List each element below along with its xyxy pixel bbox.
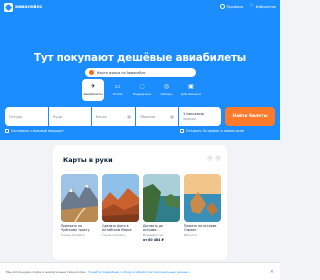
departure-date-placeholder: Когда	[96, 114, 107, 119]
origin-field[interactable]: Откуда	[5, 107, 48, 126]
open-hotels-label: Открыть Островок в новом окне	[186, 129, 245, 133]
card-meta: Иркутск	[184, 233, 197, 237]
tab-label: Авиабилеты	[83, 92, 103, 96]
card-item[interactable]: Сделать фото в Алтайском Марсе Горно-Алт…	[102, 174, 139, 242]
cookie-link[interactable]: Узнайте подробнее о сборе и обработке пе…	[88, 270, 189, 274]
favorites-link[interactable]: ♡ Избранное	[250, 4, 276, 9]
return-date-field[interactable]: Обратно ▦	[136, 107, 178, 126]
tab-label: Отели	[112, 92, 123, 96]
logo[interactable]: авиасейлс	[4, 3, 42, 12]
top-bar: авиасейлс Профиль ♡ Избранное	[0, 0, 280, 14]
favorites-label: Избранное	[255, 4, 276, 9]
calendar-icon: ▦	[127, 114, 131, 119]
calendar-icon: ▦	[170, 114, 174, 119]
logo-icon	[4, 3, 13, 12]
find-tickets-button[interactable]: Найти билеты	[225, 107, 275, 126]
briefcase-icon: ▣	[188, 83, 194, 90]
tab-reviews[interactable]: ◎ Обзоры	[156, 79, 178, 101]
tab-support[interactable]: ◌ Поддержка	[131, 79, 153, 101]
card-title: Проехать по Чуйскому тракту	[61, 224, 90, 232]
open-hotels-option[interactable]: Открыть Островок в новом окне	[180, 129, 244, 133]
promo-pill[interactable]: Карта жилья на Авиасейлс	[85, 68, 196, 77]
compass-icon: ◎	[163, 83, 170, 90]
card-meta: Горно-Алтайск	[102, 233, 126, 237]
cookie-banner: Мы используем cookie и аналогичные техно…	[0, 262, 280, 280]
section-title: Карты в руки	[63, 156, 113, 164]
logo-text: авиасейлс	[15, 5, 43, 10]
page-headline: Тут покупают дешёвые авиабилеты	[33, 52, 247, 64]
card-title: Доплыть до острова...	[143, 224, 163, 232]
card-item[interactable]: Проехать по Чуйскому тракту Горно-Алтайс…	[61, 174, 98, 242]
plane-icon: ✈	[90, 83, 96, 90]
search-form: Откуда Куда Когда ▦ Обратно ▦ 1 пассажир…	[5, 107, 221, 126]
cookie-text: Мы используем cookie и аналогичные техно…	[6, 269, 87, 274]
service-tabs: ✈ Авиабилеты ▭ Отели ◌ Поддержка ◎ Обзор…	[82, 79, 202, 101]
tab-flights[interactable]: ✈ Авиабилеты	[82, 79, 104, 101]
card-item[interactable]: Пожить на острове Ольхон Иркутск	[184, 174, 221, 242]
card-meta: Горно-Алтайск	[61, 233, 85, 237]
profile-link[interactable]: Профиль	[219, 4, 244, 9]
open-hotels-checkbox[interactable]	[180, 129, 184, 133]
tab-label: Для бизнеса	[181, 92, 201, 96]
passengers-field[interactable]: 1 пассажир эконом	[179, 107, 221, 126]
heart-icon: ♡	[249, 4, 254, 9]
prev-arrow-icon[interactable]: ‹	[207, 155, 213, 161]
card-item[interactable]: Доплыть до острова... Владивосток от 80 …	[143, 174, 180, 242]
return-date-placeholder: Обратно	[140, 114, 156, 119]
user-icon	[219, 4, 225, 9]
tab-hotels[interactable]: ▭ Отели	[107, 79, 129, 101]
complex-route-checkbox[interactable]	[5, 129, 9, 133]
complex-route-label: Составить сложный маршрут	[11, 129, 64, 133]
card-price: от 80 484 ₽	[143, 238, 164, 242]
class-value: эконом	[183, 117, 196, 121]
close-icon[interactable]: ×	[270, 269, 274, 275]
card-title: Сделать фото в Алтайском Марсе	[102, 224, 132, 232]
chat-icon: ◌	[139, 83, 145, 90]
cards-section: Карты в руки ‹ › Проехать по Чуйскому тр…	[53, 145, 227, 260]
tab-label: Поддержка	[132, 92, 152, 96]
mountain-road-image	[61, 174, 98, 222]
next-arrow-icon[interactable]: ›	[215, 155, 221, 161]
departure-date-field[interactable]: Когда ▦	[92, 107, 135, 126]
card-title: Пожить на острове Ольхон	[184, 224, 217, 232]
complex-route-option[interactable]: Составить сложный маршрут	[5, 129, 64, 133]
tab-business[interactable]: ▣ Для бизнеса	[180, 79, 202, 101]
promo-icon	[89, 70, 94, 75]
profile-label: Профиль	[226, 4, 244, 9]
island-coast-image	[143, 174, 180, 222]
origin-placeholder: Откуда	[9, 114, 23, 119]
destination-field[interactable]: Куда	[49, 107, 91, 126]
lake-rocks-image	[184, 174, 221, 222]
destination-placeholder: Куда	[53, 114, 62, 119]
promo-pill-text: Карта жилья на Авиасейлс	[97, 70, 146, 75]
tab-label: Обзоры	[160, 92, 173, 96]
card-meta: Владивосток	[143, 233, 164, 237]
passengers-value: 1 пассажир	[183, 112, 204, 116]
bed-icon: ▭	[114, 83, 121, 90]
red-mountains-image	[102, 174, 139, 222]
